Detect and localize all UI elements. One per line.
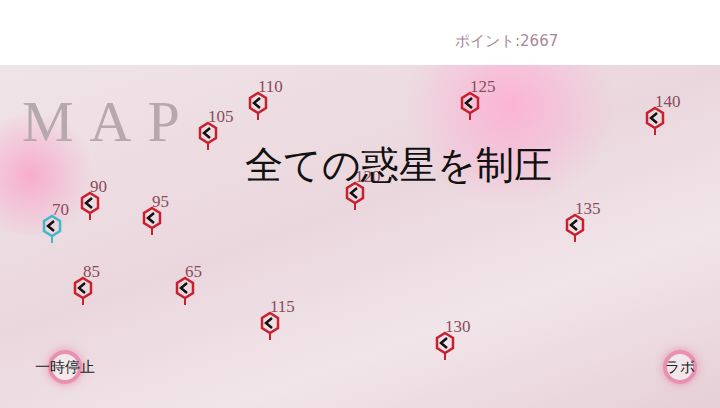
planet-level: 95 [152, 192, 169, 212]
planet-level: 115 [270, 297, 295, 317]
planet-pin[interactable]: 140 [645, 102, 695, 136]
points-counter: ポイント:2667 [455, 32, 558, 51]
planet-pin[interactable]: 95 [142, 202, 192, 236]
planet-pin[interactable]: 105 [198, 117, 248, 151]
planet-level: 65 [185, 262, 202, 282]
planet-pin[interactable]: 90 [80, 187, 130, 221]
planet-pin[interactable]: 65 [175, 272, 225, 306]
planet-level: 90 [90, 177, 107, 197]
game-screen: ポイント:2667MAP全ての惑星を制圧11010512514012090709… [0, 0, 720, 408]
planet-pin[interactable]: 110 [248, 87, 298, 121]
planet-pin[interactable]: 85 [73, 272, 123, 306]
planet-pin[interactable]: 125 [460, 87, 510, 121]
planet-level: 70 [52, 200, 69, 220]
planet-pin[interactable]: 115 [260, 307, 310, 341]
planet-level: 135 [575, 199, 601, 219]
planet-level: 125 [470, 77, 496, 97]
map-area: MAP全ての惑星を制圧11010512514012090709513585651… [0, 65, 720, 408]
map-title: MAP [22, 93, 196, 151]
menu-button[interactable]: 一時停止 [30, 350, 100, 384]
bottom-bar: 一時停止 ラボ [0, 350, 720, 408]
planet-pin[interactable]: 135 [565, 209, 615, 243]
planet-level: 140 [655, 92, 681, 112]
planet-pin[interactable]: 130 [435, 327, 485, 361]
planet-level: 85 [83, 262, 100, 282]
menu-button[interactable]: ラボ [660, 350, 700, 384]
top-bar: ポイント:2667 [0, 0, 720, 65]
planet-level: 130 [445, 317, 471, 337]
planet-level: 105 [208, 107, 234, 127]
planet-level: 110 [258, 77, 283, 97]
planet-pin[interactable]: 70 [42, 210, 92, 244]
mission-banner: 全ての惑星を制圧 [245, 143, 552, 189]
